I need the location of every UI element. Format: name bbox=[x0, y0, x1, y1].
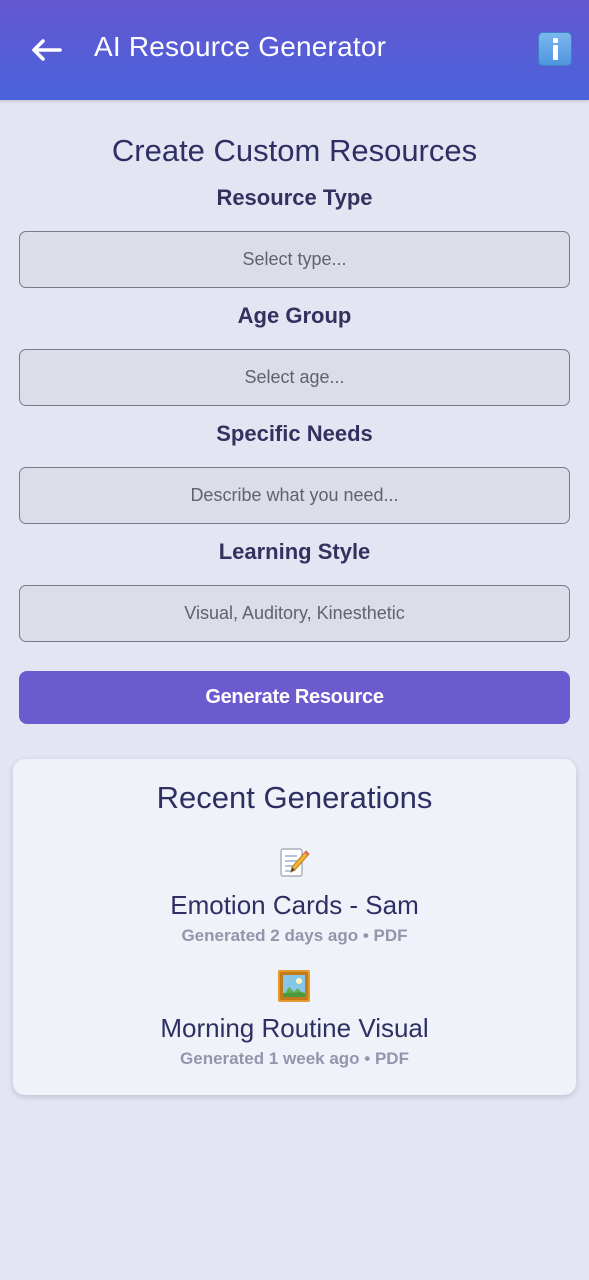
resource-type-select[interactable]: Select type... bbox=[19, 231, 570, 288]
memo-pencil-icon bbox=[280, 848, 310, 877]
form-title: Create Custom Resources bbox=[111, 133, 478, 168]
recent-item-meta: Generated 2 days ago • PDF bbox=[181, 926, 408, 945]
learning-style-input[interactable]: Visual, Auditory, Kinesthetic bbox=[19, 585, 570, 642]
arrow-left-icon bbox=[32, 39, 62, 61]
back-button[interactable] bbox=[28, 33, 66, 67]
info-button[interactable] bbox=[538, 32, 572, 66]
recent-generations-title: Recent Generations bbox=[156, 780, 433, 815]
generate-resource-button[interactable]: Generate Resource bbox=[19, 671, 570, 724]
specific-needs-label: Specific Needs bbox=[216, 421, 373, 446]
app-title: AI Resource Generator bbox=[94, 31, 387, 62]
recent-generations-card: Recent Generations Emotion Cards - Sam G… bbox=[13, 759, 576, 1095]
learning-style-placeholder: Visual, Auditory, Kinesthetic bbox=[184, 603, 405, 623]
framed-picture-icon bbox=[278, 970, 310, 1002]
recent-item-name: Emotion Cards - Sam bbox=[170, 890, 419, 920]
app-bar: AI Resource Generator bbox=[0, 0, 589, 100]
age-group-label: Age Group bbox=[237, 303, 352, 328]
specific-needs-placeholder: Describe what you need... bbox=[190, 485, 399, 505]
recent-item-name: Morning Routine Visual bbox=[160, 1013, 429, 1043]
recent-item-meta: Generated 1 week ago • PDF bbox=[180, 1049, 409, 1068]
specific-needs-input[interactable]: Describe what you need... bbox=[19, 467, 570, 524]
recent-item-morning-routine[interactable]: Morning Routine Visual Generated 1 week … bbox=[13, 969, 576, 1079]
resource-type-placeholder: Select type... bbox=[242, 249, 347, 269]
learning-style-label: Learning Style bbox=[218, 539, 371, 564]
recent-item-emotion-cards[interactable]: Emotion Cards - Sam Generated 2 days ago… bbox=[13, 846, 576, 956]
generate-resource-label: Generate Resource bbox=[205, 686, 384, 708]
age-group-select[interactable]: Select age... bbox=[19, 349, 570, 406]
resource-type-label: Resource Type bbox=[216, 185, 373, 210]
age-group-placeholder: Select age... bbox=[244, 367, 345, 387]
